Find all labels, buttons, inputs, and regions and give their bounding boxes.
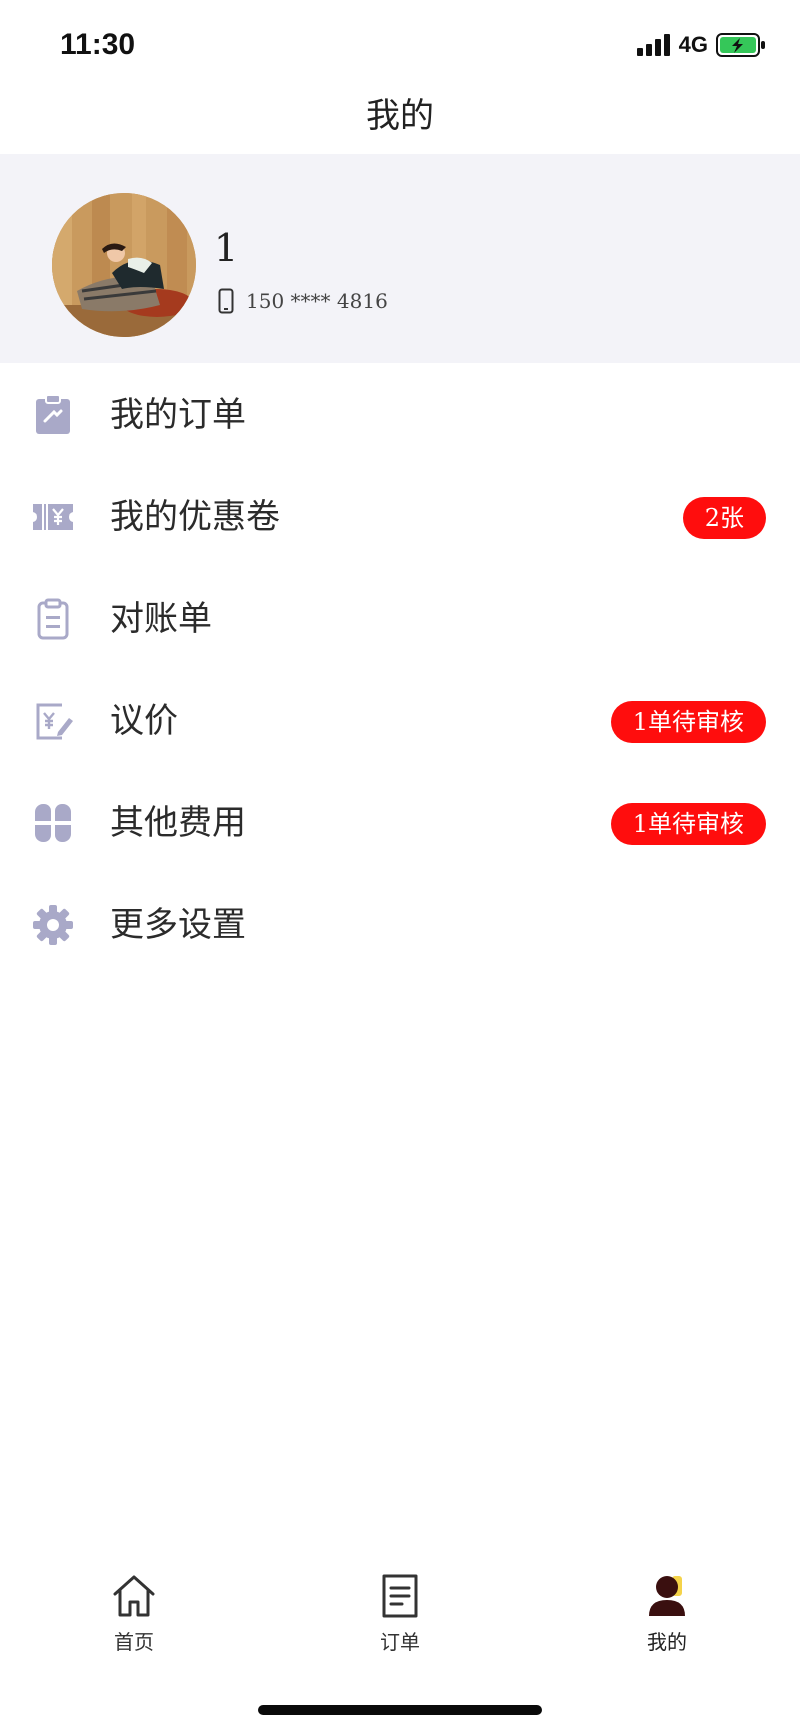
coupon-count-badge: 2张 [682,497,766,539]
coupon-ticket-icon [32,496,74,538]
battery-charging-icon [716,33,765,57]
menu-item-label: 我的订单 [110,395,246,435]
clipboard-order-icon [32,394,74,436]
four-petals-icon [32,802,74,844]
menu-item-label: 对账单 [110,599,212,639]
menu-item-label: 其他费用 [110,803,246,843]
status-bar: 11:30 4G [0,0,800,80]
phone-number: 150 **** 4816 [246,289,388,313]
tab-label: 首页 [114,1630,154,1654]
menu-list: 我的订单 我的优惠卷 2张 对账单 议价 1单待审核 其他费用 1单待审核 更多… [0,363,800,975]
pending-review-badge: 1单待审核 [610,701,766,743]
price-edit-icon [32,700,74,742]
menu-item-more-settings[interactable]: 更多设置 [0,873,800,975]
phone-row: 150 **** 4816 [218,288,388,314]
tab-orders[interactable]: 订单 [340,1572,460,1662]
signal-bars-icon [636,34,670,56]
tab-mine[interactable]: 我的 [607,1572,727,1662]
avatar-photo [52,193,196,337]
profile-card[interactable]: 1 150 **** 4816 [0,154,800,363]
phone-icon [218,288,234,314]
nav-bar: 我的 [0,80,800,154]
network-label: 4G [678,32,708,57]
menu-item-other-fees[interactable]: 其他费用 1单待审核 [0,771,800,873]
order-document-icon [382,1574,418,1618]
status-indicators: 4G [636,32,766,58]
menu-item-my-orders[interactable]: 我的订单 [0,363,800,465]
tab-bar: 首页 订单 我的 [0,1562,800,1672]
menu-item-label: 议价 [110,701,178,741]
menu-item-statement[interactable]: 对账单 [0,567,800,669]
home-indicator [258,1705,542,1715]
statement-clipboard-icon [32,598,74,640]
tab-label: 我的 [647,1630,687,1654]
status-time: 11:30 [60,28,136,61]
gear-icon [32,904,74,946]
avatar[interactable] [52,193,196,337]
pending-review-badge: 1单待审核 [610,803,766,845]
menu-item-label: 我的优惠卷 [110,497,280,537]
tab-label: 订单 [380,1630,420,1654]
home-icon [113,1575,155,1617]
menu-item-my-coupons[interactable]: 我的优惠卷 2张 [0,465,800,567]
user-name: 1 [214,226,239,270]
menu-item-bargain[interactable]: 议价 1单待审核 [0,669,800,771]
user-profile-icon [649,1576,685,1616]
tab-home[interactable]: 首页 [74,1572,194,1662]
page-title: 我的 [366,96,434,136]
menu-item-label: 更多设置 [110,905,246,945]
